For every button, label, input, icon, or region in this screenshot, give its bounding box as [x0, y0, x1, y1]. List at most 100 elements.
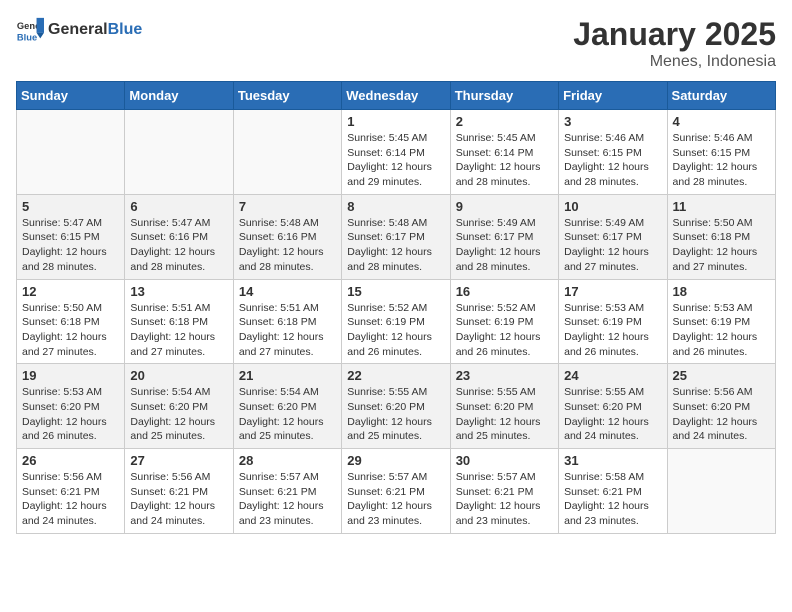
day-cell: 10 Sunrise: 5:49 AM Sunset: 6:17 PM Dayli… — [559, 194, 667, 279]
day-info: Sunrise: 5:57 AM Sunset: 6:21 PM Dayligh… — [347, 470, 444, 529]
day-info: Sunrise: 5:51 AM Sunset: 6:18 PM Dayligh… — [130, 301, 227, 360]
day-cell: 24 Sunrise: 5:55 AM Sunset: 6:20 PM Dayli… — [559, 364, 667, 449]
day-number: 20 — [130, 368, 227, 383]
day-number: 7 — [239, 199, 336, 214]
week-row-3: 12 Sunrise: 5:50 AM Sunset: 6:18 PM Dayli… — [17, 279, 776, 364]
day-cell: 14 Sunrise: 5:51 AM Sunset: 6:18 PM Dayli… — [233, 279, 341, 364]
day-info: Sunrise: 5:55 AM Sunset: 6:20 PM Dayligh… — [347, 385, 444, 444]
day-cell: 23 Sunrise: 5:55 AM Sunset: 6:20 PM Dayli… — [450, 364, 558, 449]
day-cell: 25 Sunrise: 5:56 AM Sunset: 6:20 PM Dayli… — [667, 364, 775, 449]
day-number: 15 — [347, 284, 444, 299]
day-number: 25 — [673, 368, 770, 383]
weekday-header-saturday: Saturday — [667, 82, 775, 110]
day-number: 30 — [456, 453, 553, 468]
day-info: Sunrise: 5:55 AM Sunset: 6:20 PM Dayligh… — [564, 385, 661, 444]
day-info: Sunrise: 5:47 AM Sunset: 6:16 PM Dayligh… — [130, 216, 227, 275]
day-number: 17 — [564, 284, 661, 299]
calendar-subtitle: Menes, Indonesia — [573, 53, 776, 71]
day-cell — [17, 110, 125, 195]
day-info: Sunrise: 5:54 AM Sunset: 6:20 PM Dayligh… — [130, 385, 227, 444]
day-number: 26 — [22, 453, 119, 468]
day-cell: 1 Sunrise: 5:45 AM Sunset: 6:14 PM Daylig… — [342, 110, 450, 195]
day-cell: 8 Sunrise: 5:48 AM Sunset: 6:17 PM Daylig… — [342, 194, 450, 279]
day-info: Sunrise: 5:53 AM Sunset: 6:19 PM Dayligh… — [673, 301, 770, 360]
day-number: 12 — [22, 284, 119, 299]
day-number: 3 — [564, 114, 661, 129]
day-cell — [233, 110, 341, 195]
day-cell: 11 Sunrise: 5:50 AM Sunset: 6:18 PM Dayli… — [667, 194, 775, 279]
day-cell: 16Sunrise: 5:52 AM Sunset: 6:19 PM Dayli… — [450, 279, 558, 364]
day-info: Sunrise: 5:56 AM Sunset: 6:20 PM Dayligh… — [673, 385, 770, 444]
day-number: 23 — [456, 368, 553, 383]
day-number: 18 — [673, 284, 770, 299]
day-info: Sunrise: 5:47 AM Sunset: 6:15 PM Dayligh… — [22, 216, 119, 275]
weekday-header-monday: Monday — [125, 82, 233, 110]
day-info: Sunrise: 5:52 AM Sunset: 6:19 PM Dayligh… — [347, 301, 444, 360]
day-number: 24 — [564, 368, 661, 383]
day-number: 13 — [130, 284, 227, 299]
day-number: 10 — [564, 199, 661, 214]
title-block: January 2025 Menes, Indonesia — [573, 16, 776, 71]
calendar-table: SundayMondayTuesdayWednesdayThursdayFrid… — [16, 81, 776, 534]
day-cell: 20 Sunrise: 5:54 AM Sunset: 6:20 PM Dayli… — [125, 364, 233, 449]
weekday-header-friday: Friday — [559, 82, 667, 110]
day-number: 8 — [347, 199, 444, 214]
day-number: 21 — [239, 368, 336, 383]
day-cell — [125, 110, 233, 195]
day-cell: 2Sunrise: 5:45 AM Sunset: 6:14 PM Daylig… — [450, 110, 558, 195]
day-info: Sunrise: 5:52 AM Sunset: 6:19 PM Dayligh… — [456, 301, 553, 360]
day-number: 5 — [22, 199, 119, 214]
day-info: Sunrise: 5:50 AM Sunset: 6:18 PM Dayligh… — [22, 301, 119, 360]
logo-general-text: General — [48, 21, 108, 39]
day-cell: 29Sunrise: 5:57 AM Sunset: 6:21 PM Dayli… — [342, 449, 450, 534]
weekday-header-sunday: Sunday — [17, 82, 125, 110]
week-row-1: 1 Sunrise: 5:45 AM Sunset: 6:14 PM Daylig… — [17, 110, 776, 195]
day-number: 27 — [130, 453, 227, 468]
weekday-header-thursday: Thursday — [450, 82, 558, 110]
day-cell: 7 Sunrise: 5:48 AM Sunset: 6:16 PM Daylig… — [233, 194, 341, 279]
day-cell: 28Sunrise: 5:57 AM Sunset: 6:21 PM Dayli… — [233, 449, 341, 534]
day-info: Sunrise: 5:56 AM Sunset: 6:21 PM Dayligh… — [22, 470, 119, 529]
day-info: Sunrise: 5:50 AM Sunset: 6:18 PM Dayligh… — [673, 216, 770, 275]
week-row-2: 5 Sunrise: 5:47 AM Sunset: 6:15 PM Daylig… — [17, 194, 776, 279]
day-number: 2 — [456, 114, 553, 129]
day-info: Sunrise: 5:58 AM Sunset: 6:21 PM Dayligh… — [564, 470, 661, 529]
day-cell: 19 Sunrise: 5:53 AM Sunset: 6:20 PM Dayli… — [17, 364, 125, 449]
day-cell: 17 Sunrise: 5:53 AM Sunset: 6:19 PM Dayli… — [559, 279, 667, 364]
day-info: Sunrise: 5:53 AM Sunset: 6:20 PM Dayligh… — [22, 385, 119, 444]
logo-blue-text: Blue — [108, 21, 143, 39]
day-cell: 6 Sunrise: 5:47 AM Sunset: 6:16 PM Daylig… — [125, 194, 233, 279]
day-cell: 31 Sunrise: 5:58 AM Sunset: 6:21 PM Dayli… — [559, 449, 667, 534]
day-info: Sunrise: 5:55 AM Sunset: 6:20 PM Dayligh… — [456, 385, 553, 444]
svg-text:Blue: Blue — [17, 32, 37, 42]
day-number: 6 — [130, 199, 227, 214]
week-row-4: 19 Sunrise: 5:53 AM Sunset: 6:20 PM Dayli… — [17, 364, 776, 449]
day-number: 14 — [239, 284, 336, 299]
day-info: Sunrise: 5:49 AM Sunset: 6:17 PM Dayligh… — [564, 216, 661, 275]
day-number: 31 — [564, 453, 661, 468]
day-info: Sunrise: 5:57 AM Sunset: 6:21 PM Dayligh… — [239, 470, 336, 529]
day-cell: 26 Sunrise: 5:56 AM Sunset: 6:21 PM Dayli… — [17, 449, 125, 534]
logo-icon: General Blue — [16, 16, 44, 44]
day-number: 1 — [347, 114, 444, 129]
page-header: General Blue General Blue January 2025 M… — [16, 16, 776, 71]
day-cell: 15 Sunrise: 5:52 AM Sunset: 6:19 PM Dayli… — [342, 279, 450, 364]
day-number: 19 — [22, 368, 119, 383]
day-cell: 21Sunrise: 5:54 AM Sunset: 6:20 PM Dayli… — [233, 364, 341, 449]
day-cell: 27Sunrise: 5:56 AM Sunset: 6:21 PM Dayli… — [125, 449, 233, 534]
day-info: Sunrise: 5:48 AM Sunset: 6:16 PM Dayligh… — [239, 216, 336, 275]
logo: General Blue General Blue — [16, 16, 142, 44]
weekday-header-tuesday: Tuesday — [233, 82, 341, 110]
day-info: Sunrise: 5:51 AM Sunset: 6:18 PM Dayligh… — [239, 301, 336, 360]
weekday-header-wednesday: Wednesday — [342, 82, 450, 110]
day-info: Sunrise: 5:53 AM Sunset: 6:19 PM Dayligh… — [564, 301, 661, 360]
day-info: Sunrise: 5:46 AM Sunset: 6:15 PM Dayligh… — [673, 131, 770, 190]
week-row-5: 26 Sunrise: 5:56 AM Sunset: 6:21 PM Dayli… — [17, 449, 776, 534]
day-info: Sunrise: 5:45 AM Sunset: 6:14 PM Dayligh… — [347, 131, 444, 190]
day-cell: 5 Sunrise: 5:47 AM Sunset: 6:15 PM Daylig… — [17, 194, 125, 279]
day-info: Sunrise: 5:57 AM Sunset: 6:21 PM Dayligh… — [456, 470, 553, 529]
day-number: 9 — [456, 199, 553, 214]
day-info: Sunrise: 5:48 AM Sunset: 6:17 PM Dayligh… — [347, 216, 444, 275]
day-number: 11 — [673, 199, 770, 214]
day-number: 22 — [347, 368, 444, 383]
